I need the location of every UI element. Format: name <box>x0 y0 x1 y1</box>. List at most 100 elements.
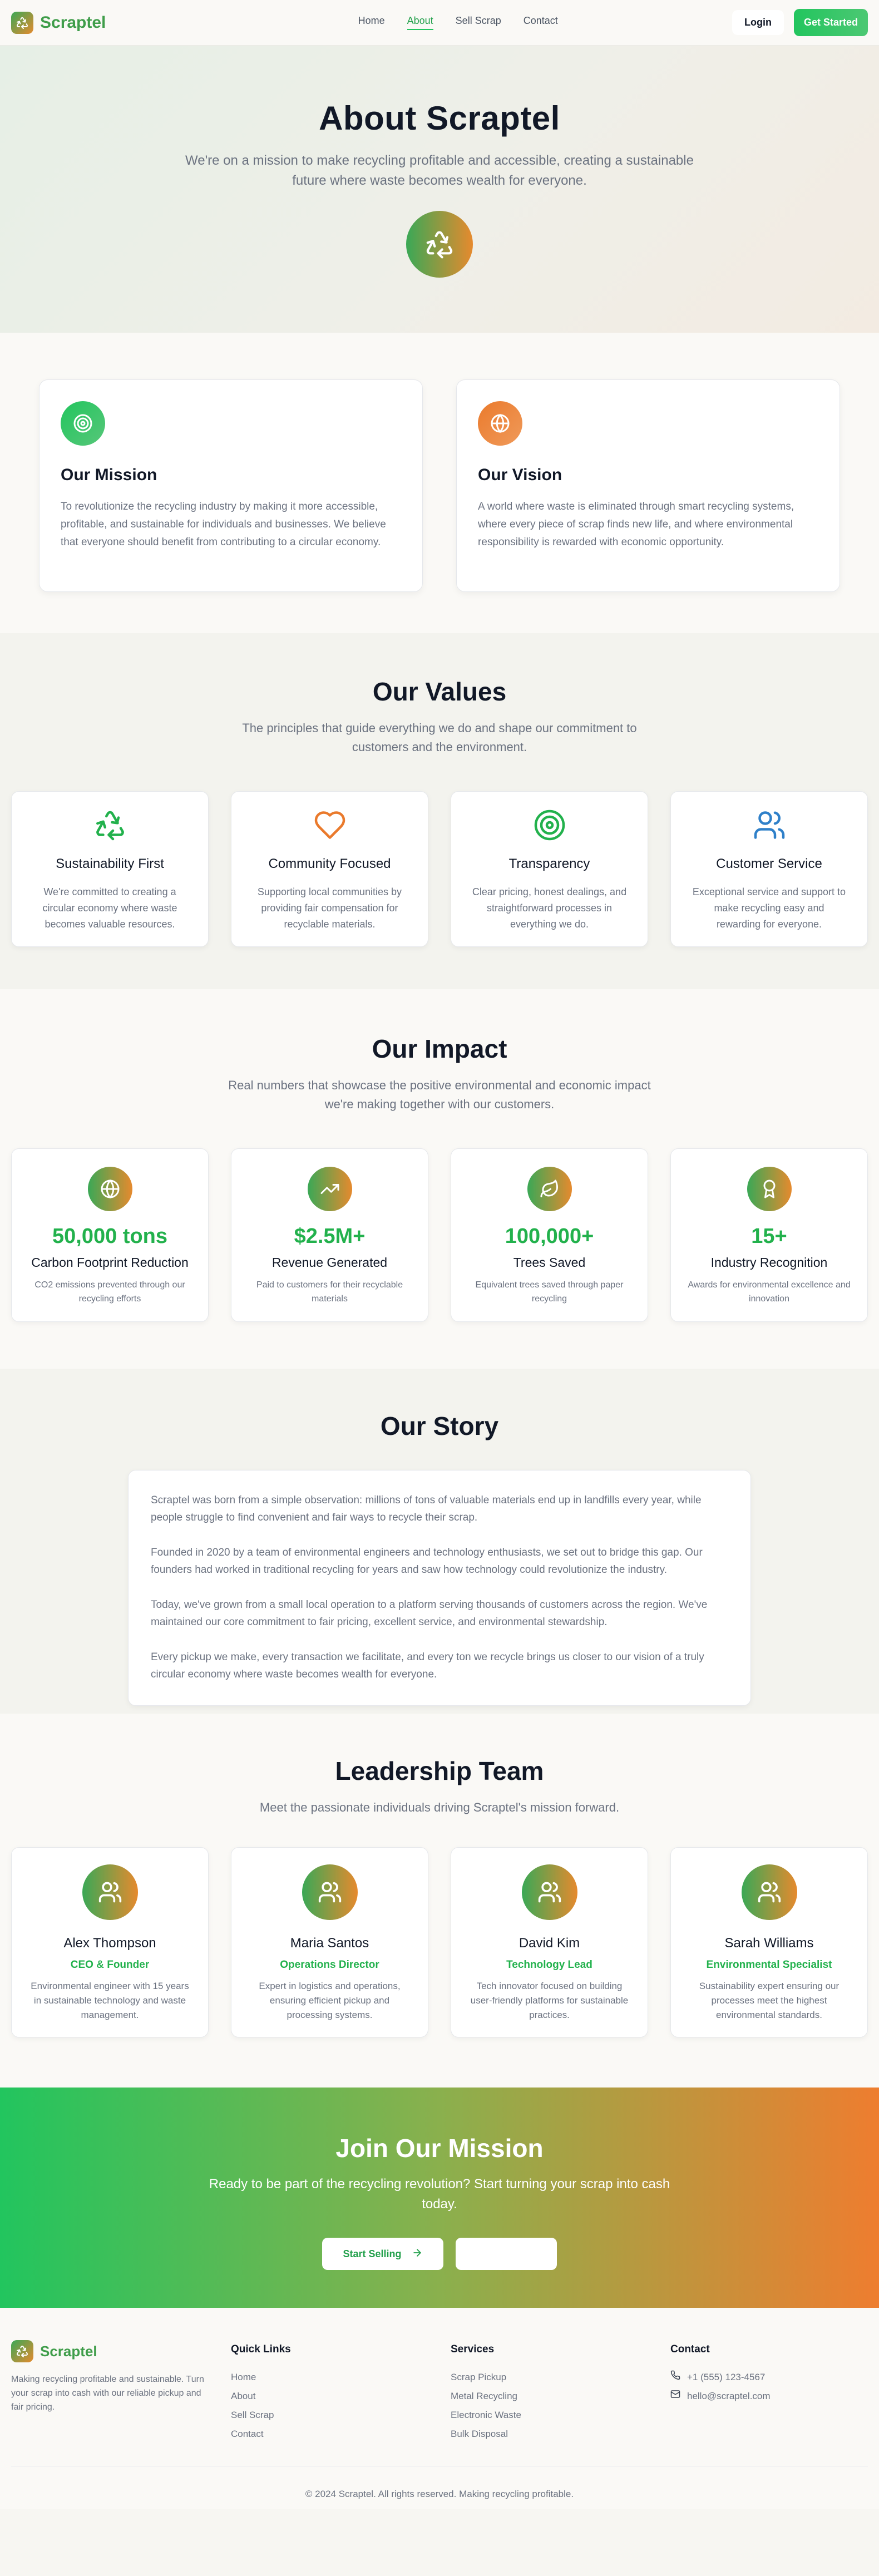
footer-link-about[interactable]: About <box>231 2387 428 2406</box>
vision-text: A world where waste is eliminated throug… <box>478 501 794 548</box>
footer-phone[interactable]: +1 (555) 123-4567 <box>670 2368 868 2387</box>
footer-brand[interactable]: Scraptel <box>11 2340 209 2362</box>
values-subtitle: The principles that guide everything we … <box>242 721 637 754</box>
footer-description: Making recycling profitable and sustaina… <box>11 2375 204 2412</box>
footer-link-home[interactable]: Home <box>231 2368 428 2387</box>
top-navbar: Scraptel Home About Sell Scrap Contact L… <box>0 0 879 46</box>
arrow-right-icon <box>412 2247 423 2261</box>
footer-services: Services Scrap Pickup Metal Recycling El… <box>451 2340 648 2444</box>
login-button[interactable]: Login <box>732 10 784 35</box>
team-title: Leadership Team <box>335 1756 544 1785</box>
trending-up-icon <box>307 1167 352 1211</box>
footer: Scraptel Making recycling profitable and… <box>0 2308 879 2509</box>
get-started-button[interactable]: Get Started <box>793 9 868 36</box>
footer-contact: Contact +1 (555) 123-4567 hello@scraptel… <box>670 2340 868 2444</box>
recycle-icon <box>12 808 208 843</box>
footer-link-sell-scrap[interactable]: Sell Scrap <box>231 2406 428 2425</box>
value-text: We're committed to creating a circular e… <box>42 886 177 930</box>
nav-link-home[interactable]: Home <box>358 15 385 30</box>
value-card: Customer Service Exceptional service and… <box>670 791 868 947</box>
member-name: Maria Santos <box>290 1936 369 1951</box>
hero-section: About Scraptel We're on a mission to mak… <box>0 46 879 333</box>
member-bio: Expert in logistics and operations, ensu… <box>259 1981 401 2020</box>
mission-card: Our Mission To revolutionize the recycli… <box>39 379 423 592</box>
brand-logo-link[interactable]: Scraptel <box>11 11 106 34</box>
member-bio: Tech innovator focused on building user-… <box>470 1981 629 2020</box>
member-bio: Sustainability expert ensuring our proce… <box>699 1981 840 2020</box>
member-name: Sarah Williams <box>724 1936 814 1951</box>
recycle-logo-icon <box>11 2340 33 2362</box>
impact-text: Equivalent trees saved through paper rec… <box>475 1280 624 1304</box>
impact-title: Trees Saved <box>513 1255 586 1270</box>
users-icon <box>741 1864 797 1920</box>
email-text: hello@scraptel.com <box>687 2391 771 2401</box>
footer-service-item[interactable]: Bulk Disposal <box>451 2425 648 2444</box>
impact-section: Our Impact Real numbers that showcase th… <box>0 989 879 1369</box>
footer-quick-links: Quick Links Home About Sell Scrap Contac… <box>231 2340 428 2444</box>
cta-title: Join Our Mission <box>335 2134 544 2163</box>
hero-subtitle: We're on a mission to make recycling pro… <box>185 153 694 188</box>
footer-brand-column: Scraptel Making recycling profitable and… <box>11 2340 209 2444</box>
footer-link-contact[interactable]: Contact <box>231 2425 428 2444</box>
contact-title: Contact <box>670 2343 710 2355</box>
team-member-card: Sarah Williams Environmental Specialist … <box>670 1847 868 2037</box>
team-subtitle: Meet the passionate individuals driving … <box>259 1800 620 1814</box>
footer-service-item[interactable]: Metal Recycling <box>451 2387 648 2406</box>
target-icon <box>451 808 648 843</box>
story-section: Our Story Scraptel was born from a simpl… <box>0 1369 879 1714</box>
mission-vision-section: Our Mission To revolutionize the recycli… <box>0 333 879 633</box>
vision-title: Our Vision <box>478 466 562 484</box>
services-title: Services <box>451 2343 495 2355</box>
nav-actions: Login Get Started <box>732 9 868 36</box>
target-icon <box>61 401 105 446</box>
phone-text: +1 (555) 123-4567 <box>687 2372 766 2382</box>
story-paragraph: Scraptel was born from a simple observat… <box>151 1494 702 1523</box>
footer-email[interactable]: hello@scraptel.com <box>670 2387 868 2406</box>
impact-number: $2.5M+ <box>294 1225 366 1248</box>
member-role: Technology Lead <box>506 1959 592 1971</box>
start-selling-button[interactable]: Start Selling <box>322 2238 443 2270</box>
footer-service-item[interactable]: Electronic Waste <box>451 2406 648 2425</box>
story-paragraph: Founded in 2020 by a team of environment… <box>151 1547 703 1576</box>
footer-service-item[interactable]: Scrap Pickup <box>451 2368 648 2387</box>
users-icon <box>302 1864 358 1920</box>
values-title: Our Values <box>372 677 507 706</box>
users-icon <box>82 1864 138 1920</box>
value-text: Supporting local communities by providin… <box>257 886 402 930</box>
mission-text: To revolutionize the recycling industry … <box>61 501 386 548</box>
team-section: Leadership Team Meet the passionate indi… <box>0 1714 879 2088</box>
story-paragraph: Today, we've grown from a small local op… <box>151 1599 708 1628</box>
mail-icon <box>670 2387 680 2406</box>
member-bio: Environmental engineer with 15 years in … <box>31 1981 189 2020</box>
impact-text: Paid to customers for their recyclable m… <box>256 1280 403 1304</box>
team-member-card: Alex Thompson CEO & Founder Environmenta… <box>11 1847 209 2037</box>
impact-number: 50,000 tons <box>52 1225 167 1248</box>
impact-card: 15+ Industry Recognition Awards for envi… <box>670 1148 868 1322</box>
nav-link-about[interactable]: About <box>407 15 433 30</box>
team-member-card: Maria Santos Operations Director Expert … <box>231 1847 428 2037</box>
impact-title: Our Impact <box>372 1034 507 1063</box>
value-title: Customer Service <box>716 856 822 871</box>
impact-card: 50,000 tons Carbon Footprint Reduction C… <box>11 1148 209 1322</box>
member-role: CEO & Founder <box>70 1959 150 1971</box>
vision-card: Our Vision A world where waste is elimin… <box>456 379 840 592</box>
value-title: Community Focused <box>268 856 391 871</box>
award-icon <box>747 1167 792 1211</box>
nav-link-sell-scrap[interactable]: Sell Scrap <box>456 15 501 30</box>
impact-title: Carbon Footprint Reduction <box>31 1255 189 1270</box>
impact-number: 15+ <box>751 1225 787 1248</box>
cta-subtitle: Ready to be part of the recycling revolu… <box>209 2177 670 2212</box>
phone-icon <box>670 2368 680 2387</box>
value-card: Transparency Clear pricing, honest deali… <box>451 791 648 947</box>
value-text: Exceptional service and support to make … <box>692 886 846 930</box>
impact-text: CO2 emissions prevented through our recy… <box>34 1280 185 1304</box>
start-selling-label: Start Selling <box>343 2248 402 2259</box>
nav-link-contact[interactable]: Contact <box>524 15 558 30</box>
globe-icon <box>478 401 522 446</box>
impact-title: Revenue Generated <box>271 1255 388 1270</box>
mission-title: Our Mission <box>61 466 157 484</box>
contact-us-button[interactable]: Contact Us <box>456 2238 557 2270</box>
main-nav: Home About Sell Scrap Contact <box>358 15 558 30</box>
leaf-icon <box>527 1167 572 1211</box>
quick-links-title: Quick Links <box>231 2343 291 2355</box>
